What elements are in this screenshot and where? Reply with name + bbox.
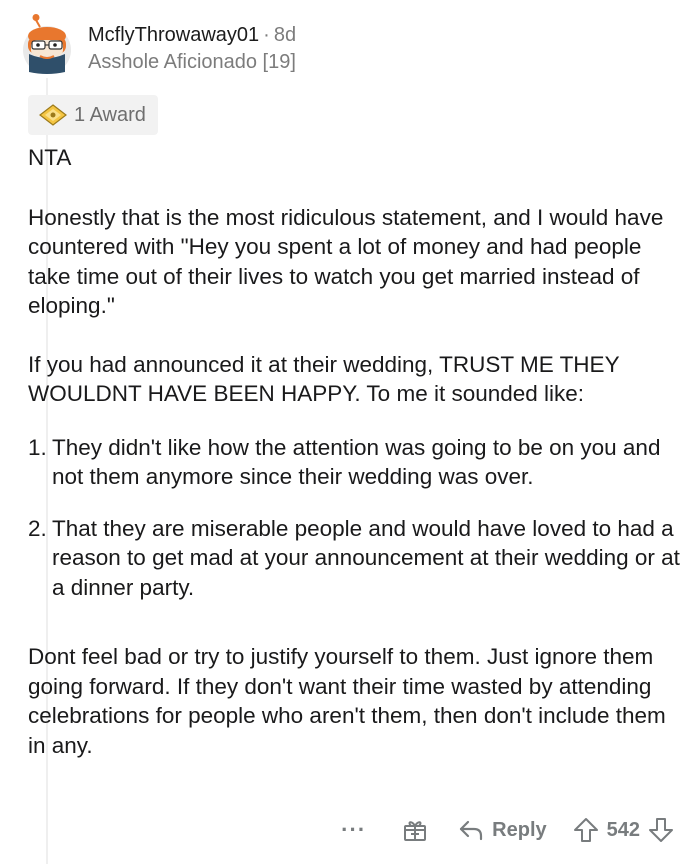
reply-label: Reply — [492, 818, 547, 841]
verdict-text: NTA — [28, 145, 72, 170]
comment-meta: McflyThrowaway01 · 8d Asshole Aficionado [… — [88, 23, 296, 74]
vote-score: 542 — [606, 818, 640, 841]
separator-dot: · — [263, 24, 270, 46]
list-item: 1. They didn't like how the attention wa… — [28, 433, 680, 492]
reply-button[interactable]: Reply — [458, 818, 547, 842]
comment-header: McflyThrowaway01 · 8d Asshole Aficionado [… — [22, 14, 296, 76]
award-icon — [39, 104, 67, 126]
gift-icon[interactable] — [402, 817, 428, 843]
paragraph-3: Dont feel bad or try to justify yourself… — [28, 644, 666, 758]
paragraph-2: If you had announced it at their wedding… — [28, 351, 620, 407]
author-line: McflyThrowaway01 · 8d — [88, 23, 296, 47]
downvote-arrow-icon[interactable] — [648, 817, 674, 843]
paragraph-1: Honestly that is the most ridiculous sta… — [28, 204, 664, 319]
snoo-avatar-icon[interactable] — [22, 14, 72, 76]
comment-body: NTA Honestly that is the most ridiculous… — [28, 143, 680, 760]
list-item-text: They didn't like how the attention was g… — [52, 434, 661, 490]
reasons-list: 1. They didn't like how the attention wa… — [28, 433, 680, 603]
list-number: 1. — [28, 434, 47, 460]
award-badge[interactable]: 1 Award — [28, 95, 158, 135]
comment-actions: ··· Reply 542 — [341, 813, 674, 847]
list-number: 2. — [28, 515, 47, 541]
upvote-arrow-icon[interactable] — [573, 817, 599, 843]
comment-age: 8d — [273, 24, 297, 46]
list-item-text: That they are miserable people and would… — [52, 515, 680, 600]
username-link[interactable]: McflyThrowaway01 — [88, 24, 259, 46]
vote-controls: 542 — [573, 817, 674, 843]
list-item: 2. That they are miserable people and wo… — [28, 514, 680, 603]
more-options-button[interactable]: ··· — [341, 817, 366, 843]
user-flair: Asshole Aficionado [19] — [88, 51, 296, 73]
reply-arrow-icon — [460, 820, 483, 841]
award-label: 1 Award — [74, 103, 146, 126]
